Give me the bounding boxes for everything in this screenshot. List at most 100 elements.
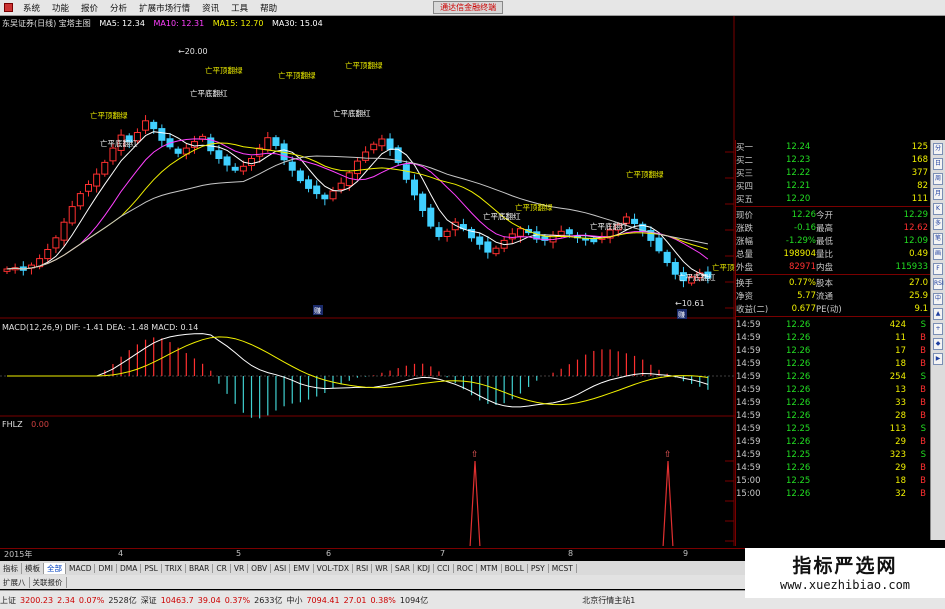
- menu-item-tools[interactable]: 工具: [225, 2, 254, 14]
- tab-指标[interactable]: 指标: [0, 562, 22, 574]
- tick-price: 12.25: [786, 449, 811, 460]
- tab-extended[interactable]: 关联报价: [30, 576, 67, 588]
- tool-button[interactable]: 中: [933, 293, 943, 305]
- candle-body: [655, 237, 663, 252]
- tool-button[interactable]: F: [933, 263, 943, 275]
- tool-button[interactable]: RSI: [933, 278, 944, 290]
- fhlz-arrow-icon: ⇧: [664, 450, 672, 460]
- watermark: 指标严选网 www.xuezhibiao.com: [745, 548, 945, 598]
- tool-button[interactable]: 多: [933, 218, 943, 230]
- menu-item-system[interactable]: 系统: [17, 2, 46, 14]
- tick-price: 12.26: [786, 345, 811, 356]
- tab-cr[interactable]: CR: [213, 563, 231, 573]
- tab-brar[interactable]: BRAR: [186, 563, 214, 573]
- time-axis: 2015年 4 5 6 7 8 9: [0, 548, 745, 560]
- signal-label: 亡平顶翻绿: [278, 70, 316, 80]
- chart-area[interactable]: 22.0020.0018.0016.0014.0012.0010.00←20.0…: [0, 16, 735, 546]
- stat-label: 收益(二): [736, 304, 769, 315]
- bid-label: 买三: [736, 168, 754, 179]
- watermark-url: www.xuezhibiao.com: [779, 578, 911, 592]
- tick-side: B: [920, 488, 926, 499]
- menu-item-analysis[interactable]: 分析: [104, 2, 133, 14]
- tab-mcst[interactable]: MCST: [549, 563, 577, 573]
- tab-dmi[interactable]: DMI: [95, 563, 117, 573]
- tab-模板[interactable]: 模板: [22, 562, 44, 574]
- status-item: 深证: [140, 595, 157, 605]
- stat-row: 现价 12.26 今开 12.29: [736, 208, 930, 221]
- tab-obv[interactable]: OBV: [248, 563, 272, 573]
- candle-body: [248, 158, 255, 167]
- tick-list[interactable]: 14:59 12.26 424 S 14:59 12.26 11 B 14:59 12.26 17 B…: [736, 318, 930, 500]
- tick-price: 12.26: [786, 410, 811, 421]
- tick-row: 14:59 12.26 33 B: [736, 396, 930, 409]
- tab-vol-tdx[interactable]: VOL-TDX: [314, 563, 354, 573]
- tool-button[interactable]: ◆: [933, 338, 943, 350]
- tab-vr[interactable]: VR: [231, 563, 249, 573]
- candle-body: [288, 161, 296, 171]
- tab-全部[interactable]: 全部: [44, 562, 66, 574]
- tab-dma[interactable]: DMA: [117, 563, 142, 573]
- stat-value: 0.677: [791, 303, 816, 314]
- candle-body: [378, 138, 386, 147]
- fhlz-header: FHLZ 0.00: [2, 420, 55, 429]
- stat-row: 净资 5.77 流通 25.9: [736, 289, 930, 302]
- candle-body: [476, 236, 484, 245]
- tab-trix[interactable]: TRIX: [162, 563, 186, 573]
- tool-button[interactable]: 日: [933, 158, 943, 170]
- tool-button[interactable]: +: [933, 323, 943, 335]
- tool-button[interactable]: ▶: [933, 353, 943, 365]
- tab-psy[interactable]: PSY: [528, 563, 549, 573]
- tick-price: 12.26: [786, 319, 811, 330]
- tool-button[interactable]: ▲: [933, 308, 943, 320]
- tab-emv[interactable]: EMV: [290, 563, 314, 573]
- tool-button[interactable]: 周: [933, 173, 943, 185]
- stat-label: 涨幅: [736, 236, 754, 247]
- menu-item-function[interactable]: 功能: [46, 2, 75, 14]
- tab-wr[interactable]: WR: [372, 563, 392, 573]
- tab-kdj[interactable]: KDJ: [414, 563, 435, 573]
- broker-button[interactable]: 通达信金融终端: [433, 1, 504, 14]
- tick-time: 14:59: [736, 436, 761, 447]
- tick-time: 14:59: [736, 449, 761, 460]
- tab-extended[interactable]: 扩展八: [0, 576, 30, 588]
- tab-asi[interactable]: ASI: [271, 563, 291, 573]
- extended-tab-bar: 扩展八 关联报价: [0, 575, 745, 589]
- signal-label: 亡平底翻红: [678, 272, 716, 282]
- tab-mtm[interactable]: MTM: [477, 563, 502, 573]
- bid-row: 买五 12.20 111: [736, 192, 930, 205]
- menu-item-extended-market[interactable]: 扩展市场行情: [133, 2, 196, 14]
- menu-item-help[interactable]: 帮助: [254, 2, 283, 14]
- tab-rsi[interactable]: RSI: [353, 563, 373, 573]
- stat-label: 外盘: [736, 262, 754, 273]
- candle-body: [93, 173, 101, 187]
- tab-cci[interactable]: CCI: [434, 563, 454, 573]
- candle-body: [305, 179, 313, 189]
- tool-button[interactable]: 笔: [933, 233, 943, 245]
- tab-boll[interactable]: BOLL: [502, 563, 528, 573]
- tool-button[interactable]: 分: [933, 143, 943, 155]
- tool-button[interactable]: 画: [933, 248, 943, 260]
- bid-label: 买一: [736, 142, 754, 153]
- tab-sar[interactable]: SAR: [392, 563, 415, 573]
- candle-body: [435, 227, 443, 238]
- stat-value: 5.77: [797, 290, 816, 301]
- stat-value: 12.09: [903, 235, 928, 246]
- stat-label: 总量: [736, 249, 754, 260]
- stat-value: 25.9: [909, 290, 928, 301]
- candle-body: [60, 221, 68, 241]
- time-label: 8: [568, 549, 574, 558]
- tab-psl[interactable]: PSL: [141, 563, 162, 573]
- bid-volume: 377: [911, 167, 928, 178]
- tool-button[interactable]: K: [933, 203, 943, 215]
- tab-roc[interactable]: ROC: [454, 563, 478, 573]
- tick-volume: 29: [895, 436, 906, 447]
- tab-macd[interactable]: MACD: [66, 563, 96, 573]
- status-item: 1094亿: [399, 595, 429, 605]
- menu-item-info[interactable]: 资讯: [196, 2, 225, 14]
- candle-body: [370, 143, 378, 151]
- menu-item-quote[interactable]: 报价: [75, 2, 104, 14]
- chart-header: 东吴证券(日线) 宝塔主图 MA5: 12.34 MA10: 12.31 MA1…: [2, 18, 329, 29]
- kline-chart[interactable]: 22.0020.0018.0016.0014.0012.0010.00←20.0…: [0, 16, 735, 546]
- tool-button[interactable]: 月: [933, 188, 943, 200]
- bid-price: 12.20: [786, 193, 811, 204]
